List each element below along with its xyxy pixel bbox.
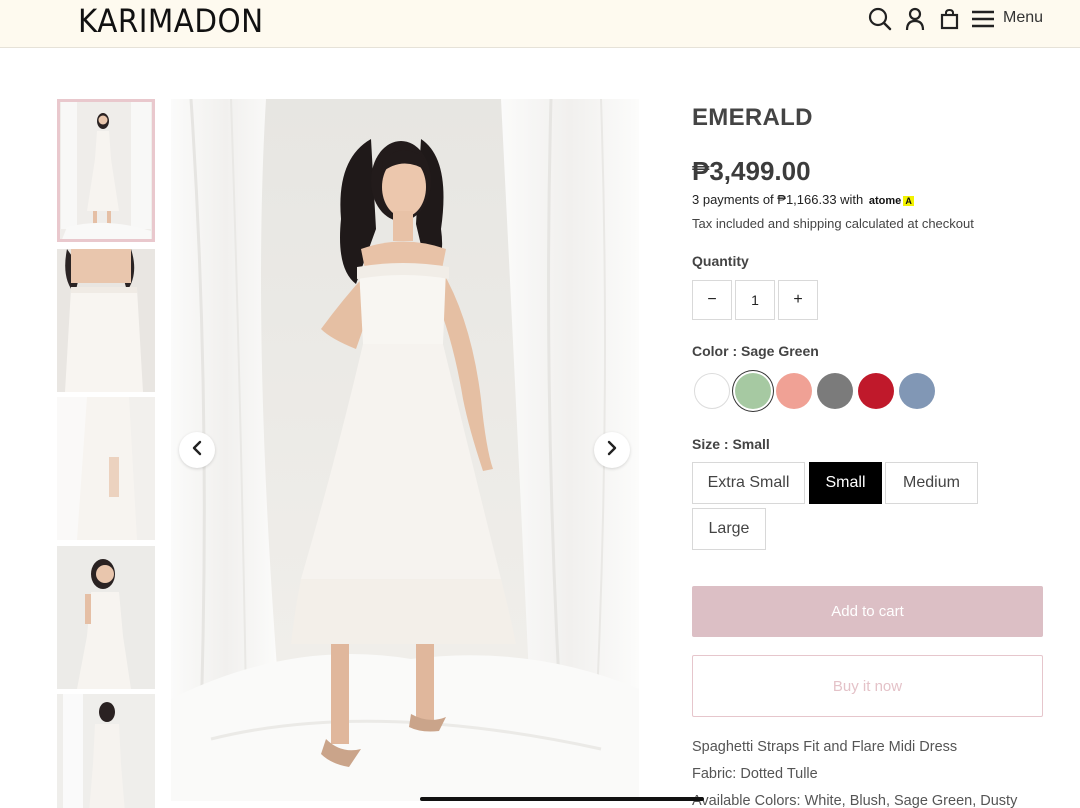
cart-bag-icon[interactable]: [937, 6, 963, 32]
add-to-cart-button[interactable]: Add to cart: [692, 586, 1043, 637]
color-swatch-dusty-blue[interactable]: [899, 373, 935, 409]
search-icon[interactable]: [867, 6, 893, 32]
color-label: Color : Sage Green: [692, 343, 819, 359]
home-indicator[interactable]: [420, 797, 704, 801]
atome-mark-icon: A: [903, 196, 914, 206]
color-swatch-white[interactable]: [694, 373, 730, 409]
thumbnail-2[interactable]: [57, 249, 155, 392]
description-line: Fabric: Dotted Tulle: [692, 766, 818, 782]
color-swatch-blush[interactable]: [776, 373, 812, 409]
chevron-right-icon: [604, 440, 620, 461]
quantity-input[interactable]: 1: [735, 280, 775, 320]
tax-shipping-note: Tax included and shipping calculated at …: [692, 216, 974, 231]
brand-logo[interactable]: KARIMADON: [78, 2, 264, 40]
next-image-button[interactable]: [594, 432, 630, 468]
thumbnail-5[interactable]: [57, 694, 155, 808]
hamburger-menu-icon[interactable]: [970, 6, 996, 32]
main-product-image[interactable]: [171, 99, 639, 801]
size-option-small[interactable]: Small: [809, 462, 882, 504]
menu-label[interactable]: Menu: [1003, 9, 1043, 27]
atome-logo[interactable]: atome: [869, 195, 901, 207]
quantity-label: Quantity: [692, 253, 749, 269]
color-swatch-sage-green[interactable]: [735, 373, 771, 409]
site-header: KARIMADON Menu: [0, 0, 1080, 48]
previous-image-button[interactable]: [179, 432, 215, 468]
thumbnail-1[interactable]: [57, 99, 155, 242]
thumbnail-4[interactable]: [57, 546, 155, 689]
description-line: Spaghetti Straps Fit and Flare Midi Dres…: [692, 739, 958, 755]
size-option-extra-small[interactable]: Extra Small: [692, 462, 805, 504]
size-option-medium[interactable]: Medium: [885, 462, 978, 504]
installment-text: 3 payments of ₱1,166.33 with: [692, 192, 864, 207]
quantity-increase-button[interactable]: +: [778, 280, 818, 320]
product-price: ₱3,499.00: [692, 156, 811, 186]
quantity-decrease-button[interactable]: −: [692, 280, 732, 320]
account-icon[interactable]: [902, 6, 928, 32]
size-label: Size : Small: [692, 436, 770, 452]
installment-info: 3 payments of ₱1,166.33 with atome A: [692, 192, 914, 207]
size-option-large[interactable]: Large: [692, 508, 766, 550]
thumbnail-3[interactable]: [57, 397, 155, 540]
product-title: EMERALD: [692, 104, 813, 131]
color-swatch-red[interactable]: [858, 373, 894, 409]
chevron-left-icon: [189, 440, 205, 461]
description-line: Available Colors: White, Blush, Sage Gre…: [692, 793, 1018, 808]
color-swatch-grey[interactable]: [817, 373, 853, 409]
buy-it-now-button[interactable]: Buy it now: [692, 655, 1043, 717]
